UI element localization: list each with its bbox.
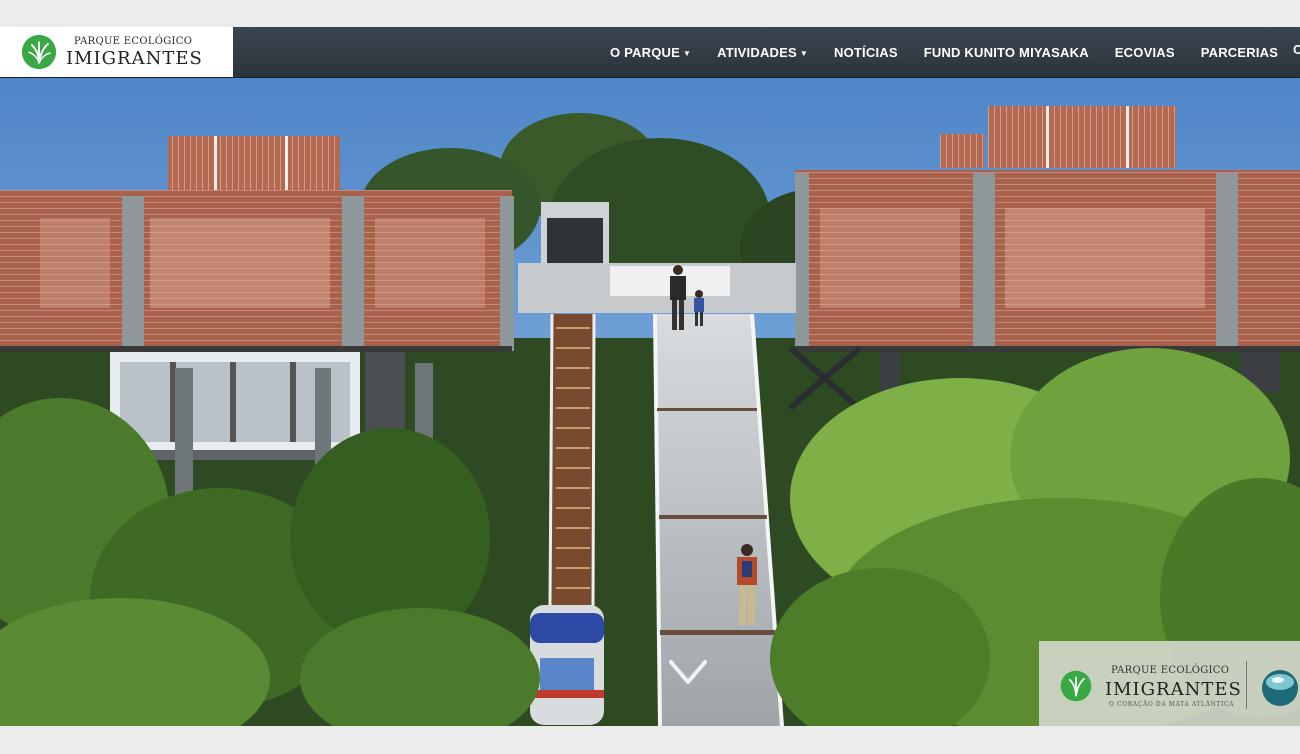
site-logo[interactable]: PARQUE ECOLÓGICO IMIGRANTES — [0, 27, 233, 77]
chevron-down-icon[interactable] — [667, 654, 709, 690]
badge-subtitle: PARQUE ECOLÓGICO — [1111, 665, 1230, 676]
top-margin — [0, 0, 1300, 27]
main-menu: O PARQUE ▼ ATIVIDADES ▼ NOTÍCIAS FUND KUNI… — [597, 27, 1291, 77]
divider — [1246, 661, 1247, 709]
hero-banner — [0, 78, 1300, 726]
funicular-car — [530, 605, 604, 725]
menu-item-fund-kunito-miyasaka[interactable]: FUND KUNITO MIYASAKA — [911, 45, 1102, 60]
caret-down-icon: ▼ — [682, 48, 692, 58]
menu-item-label: ATIVIDADES — [717, 44, 797, 60]
hero-illustration — [0, 78, 1300, 726]
logo-title: IMIGRANTES — [66, 47, 203, 69]
logo-badge: PARQUE ECOLÓGICO IMIGRANTES O CORAÇÃO DA… — [1039, 641, 1300, 726]
palm-leaf-icon — [1060, 670, 1092, 702]
palm-leaf-icon — [21, 34, 57, 70]
menu-item-label: O PARQUE — [610, 44, 680, 60]
menu-item-noticias[interactable]: NOTÍCIAS — [821, 45, 911, 60]
badge-tagline: O CORAÇÃO DA MATA ATLÂNTICA — [1109, 701, 1235, 708]
globe-icon — [1262, 670, 1298, 706]
menu-item-ecovias[interactable]: ECOVIAS — [1102, 45, 1188, 60]
caret-down-icon: ▼ — [799, 48, 808, 58]
bottom-margin — [0, 726, 1300, 754]
logo-subtitle: PARQUE ECOLÓGICO — [74, 35, 193, 47]
menu-item-o-parque[interactable]: O PARQUE ▼ — [597, 45, 704, 60]
badge-title: IMIGRANTES — [1105, 679, 1242, 700]
menu-item-truncated[interactable]: C — [1293, 42, 1300, 57]
menu-item-parcerias[interactable]: PARCERIAS — [1188, 45, 1291, 60]
menu-item-atividades[interactable]: ATIVIDADES ▼ — [704, 45, 821, 60]
